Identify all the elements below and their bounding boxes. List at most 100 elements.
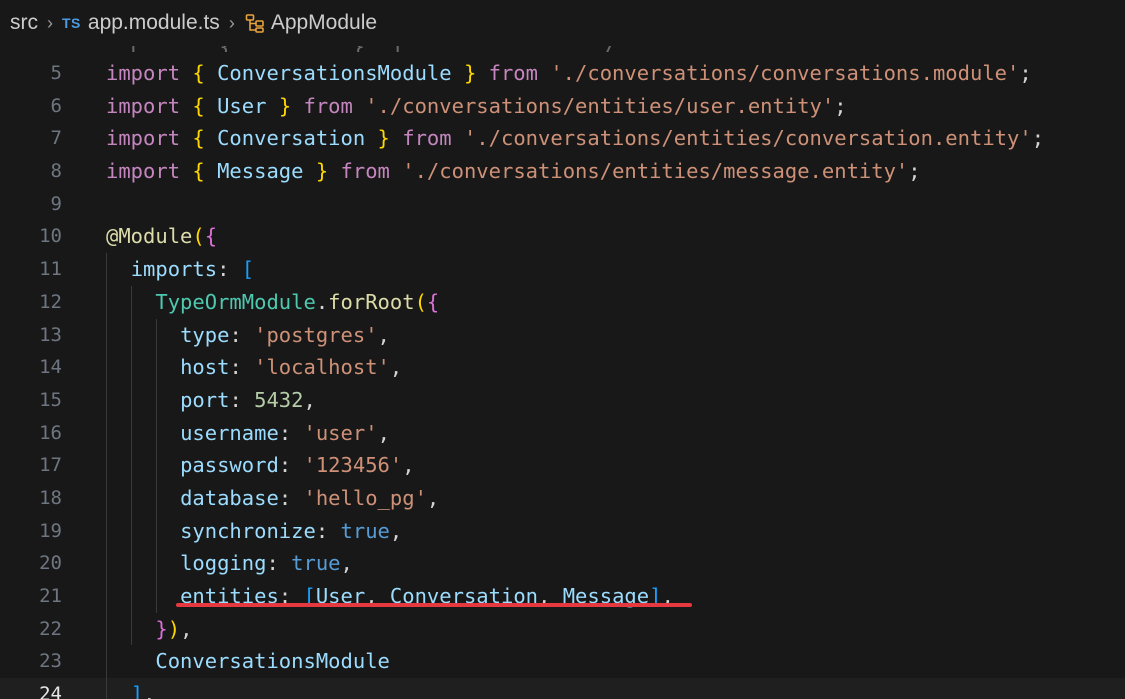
- line-content: password: '123456',: [106, 449, 415, 482]
- code-token: TypeOrmModule: [155, 289, 316, 314]
- line-content: import { ConversationsModule } from './c…: [106, 57, 1032, 90]
- code-line[interactable]: 21 entities: [User, Conversation, Messag…: [0, 580, 1125, 613]
- code-token: 5432: [254, 387, 304, 412]
- code-line[interactable]: 17 password: '123456',: [0, 449, 1125, 482]
- code-token: ;: [1019, 61, 1032, 85]
- line-content: }),: [106, 613, 192, 646]
- code-line[interactable]: 22 }),: [0, 612, 1125, 646]
- code-line[interactable]: 24 ],: [0, 678, 1125, 699]
- code-token: ,: [143, 682, 156, 699]
- line-content: logging: true,: [106, 547, 353, 580]
- line-content: type: 'postgres',: [106, 319, 390, 352]
- code-token: './conversations/conversations.module': [550, 61, 1020, 85]
- code-token: host: [180, 355, 230, 380]
- line-content: database: 'hello_pg',: [106, 482, 439, 515]
- code-token: :: [278, 485, 304, 510]
- code-token: './conversations/entities/conversation.e…: [463, 126, 1032, 151]
- line-number: 8: [50, 160, 62, 183]
- code-line[interactable]: 8 import { Message } from './conversation…: [0, 155, 1125, 188]
- line-content: TypeOrmModule.forRoot({: [106, 286, 439, 319]
- code-token: username: [180, 420, 279, 445]
- code-line[interactable]: 10 @Module({: [0, 220, 1125, 253]
- code-line[interactable]: 7 import { Conversation } from './convers…: [0, 122, 1125, 155]
- code-token: synchronize: [180, 518, 316, 543]
- chevron-right-icon: ›: [228, 12, 235, 33]
- line-content: port: 5432,: [106, 384, 316, 417]
- code-token: from: [488, 61, 538, 85]
- code-line[interactable]: 13 type: 'postgres',: [0, 318, 1125, 352]
- code-token: :: [278, 453, 304, 478]
- code-line[interactable]: 9: [0, 188, 1125, 221]
- breadcrumb-file-label: app.module.ts: [87, 11, 220, 34]
- code-token: from: [340, 159, 390, 184]
- code-token: ,: [377, 322, 390, 347]
- code-token: {: [192, 61, 205, 85]
- line-number: 15: [39, 388, 62, 411]
- code-line[interactable]: 5 import { ConversationsModule } from './…: [0, 57, 1125, 90]
- code-token: (: [192, 224, 205, 249]
- code-token: ,: [180, 616, 193, 641]
- code-token: {: [204, 224, 218, 249]
- code-token: ,: [426, 485, 440, 510]
- breadcrumb-symbol-label: AppModule: [270, 11, 378, 34]
- code-token: ;: [834, 93, 847, 118]
- chevron-right-icon: ›: [47, 12, 53, 33]
- code-token: logging: [180, 551, 267, 576]
- line-number: 6: [50, 94, 62, 117]
- line-number: 10: [39, 225, 62, 248]
- code-token: Message: [217, 159, 304, 184]
- line-number: 7: [50, 127, 62, 150]
- code-token: './conversations/entities/user.entity': [365, 93, 835, 118]
- annotation-underline: [176, 603, 692, 607]
- line-content: ConversationsModule: [106, 645, 390, 678]
- code-line[interactable]: 19 synchronize: true,: [0, 514, 1125, 548]
- code-token: true: [291, 551, 341, 576]
- code-token: {: [192, 159, 205, 184]
- line-number: 5: [50, 62, 62, 84]
- line-content: username: 'user',: [106, 417, 390, 450]
- code-line[interactable]: 6 import { User } from './conversations/e…: [0, 90, 1125, 123]
- code-token: 'postgres': [254, 322, 378, 347]
- breadcrumb-folder[interactable]: src: [10, 11, 38, 35]
- breadcrumb-symbol[interactable]: AppModule: [244, 11, 377, 35]
- code-line[interactable]: 15 port: 5432,: [0, 383, 1125, 417]
- code-token: password: [180, 453, 279, 478]
- code-line[interactable]: 16 username: 'user',: [0, 416, 1125, 450]
- code-token: import: [106, 126, 181, 151]
- line-content: imports: [: [106, 253, 254, 286]
- line-number: 12: [39, 290, 62, 313]
- code-line[interactable]: 23 ConversationsModule: [0, 645, 1125, 679]
- code-token: from: [303, 93, 353, 118]
- code-line[interactable]: 12 TypeOrmModule.forRoot({: [0, 285, 1125, 319]
- code-line[interactable]: 20 logging: true,: [0, 547, 1125, 580]
- code-token: './conversations/entities/message.entity…: [402, 159, 909, 184]
- breadcrumb-file[interactable]: TS app.module.ts: [62, 11, 220, 35]
- code-token: port: [180, 387, 230, 412]
- code-line[interactable]: 14 host: 'localhost',: [0, 351, 1125, 384]
- line-number: 23: [39, 650, 62, 673]
- code-token: :: [229, 387, 255, 412]
- typescript-file-icon: TS: [62, 15, 81, 31]
- code-token: 'localhost': [254, 355, 390, 380]
- code-token: ,: [389, 355, 403, 380]
- line-number: 19: [39, 519, 62, 542]
- code-editor[interactable]: src › TS app.module.ts › AppModule i { }…: [0, 0, 1125, 699]
- line-number: 16: [39, 421, 62, 444]
- code-token: Conversation: [217, 126, 366, 151]
- code-token: }: [278, 93, 292, 118]
- code-line[interactable]: 18 database: 'hello_pg',: [0, 481, 1125, 515]
- code-line[interactable]: 11 imports: [: [0, 253, 1125, 286]
- line-content: entities: [User, Conversation, Message],: [106, 580, 674, 613]
- code-token: ConversationsModule: [155, 649, 390, 674]
